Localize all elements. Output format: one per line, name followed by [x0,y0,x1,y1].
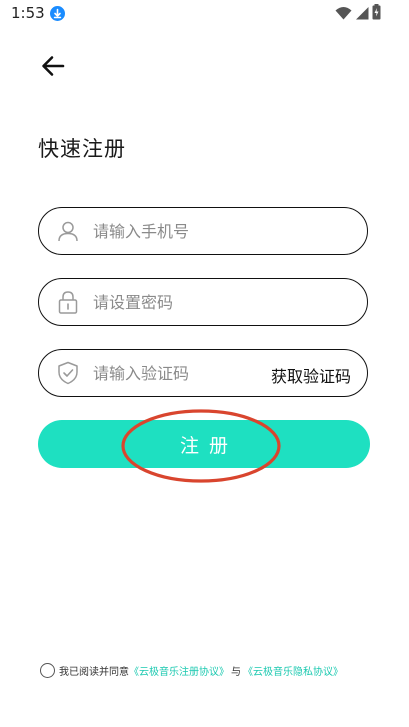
agreement-joiner: 与 [231,666,241,678]
register-button-label: 注册 [179,434,238,457]
verification-code-input[interactable] [93,358,243,388]
password-input[interactable] [93,287,323,317]
download-icon [50,6,65,21]
signal-icon [355,5,369,24]
phone-input[interactable] [93,216,323,246]
agreement-prefix: 我已阅读并同意 [59,666,129,678]
register-button[interactable]: 注册 [38,420,370,468]
battery-charging-icon [372,4,381,24]
wifi-icon [335,5,352,24]
privacy-link[interactable]: 《云极音乐隐私协议》 [243,663,343,678]
get-code-button[interactable]: 获取验证码 [271,363,351,387]
password-field[interactable] [38,278,368,326]
agreement-row: 我已阅读并同意 《云极音乐注册协议》 与 《云极音乐隐私协议》 [40,660,343,680]
shield-check-icon [56,361,80,385]
lock-icon [56,290,80,314]
status-time: 1:53 [11,4,45,22]
agree-checkbox[interactable] [40,662,55,678]
phone-field[interactable] [38,207,368,255]
back-button[interactable] [36,51,70,81]
page-title: 快速注册 [38,137,126,161]
terms-link[interactable]: 《云极音乐注册协议》 [129,663,229,678]
status-bar: 1:53 [0,0,409,28]
arrow-left-icon [36,56,70,85]
status-icons [335,4,381,24]
user-icon [56,219,80,243]
verification-code-field[interactable]: 获取验证码 [38,349,368,397]
